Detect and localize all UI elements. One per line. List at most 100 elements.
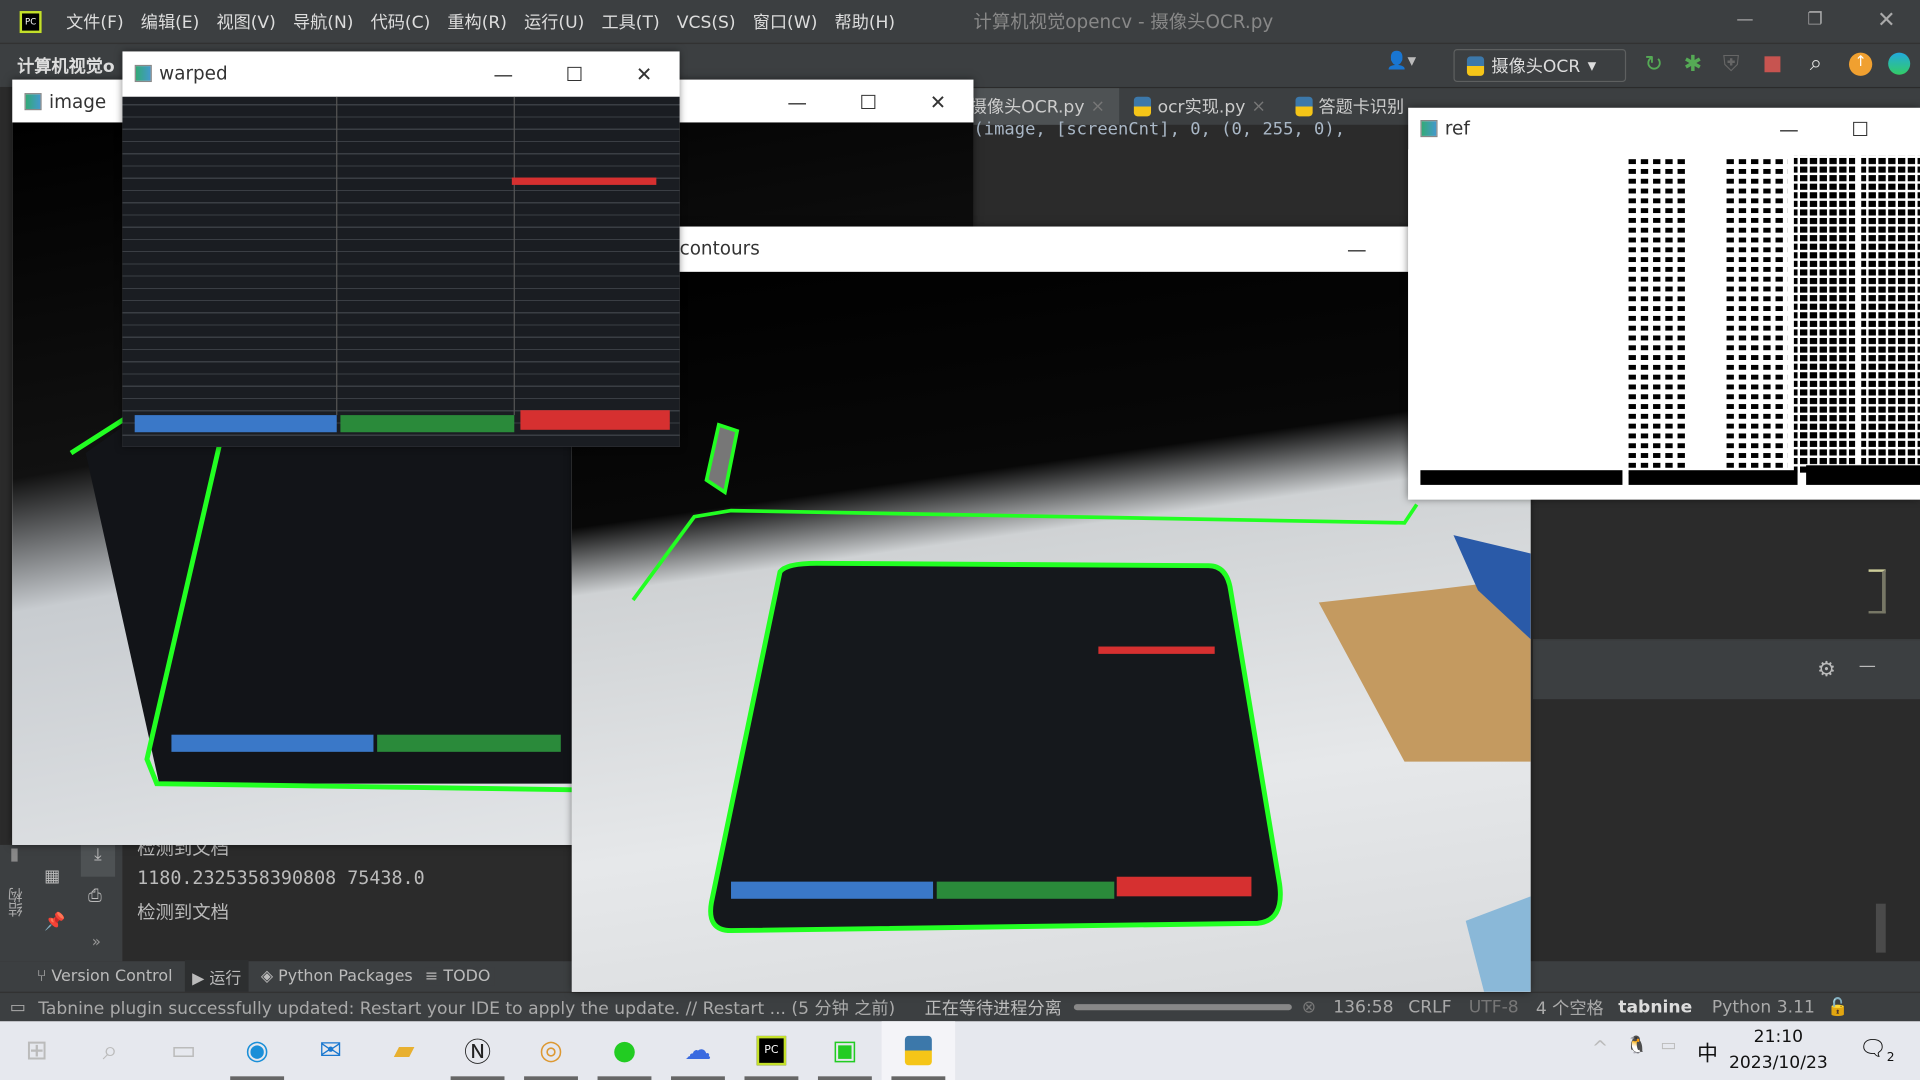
status-toggle-icon[interactable]: ▭ (10, 997, 26, 1017)
warped-window[interactable]: warped — ☐ ✕ (122, 51, 680, 447)
rerun-icon[interactable]: ↻ (1644, 51, 1662, 77)
lock-icon[interactable]: 🔓 (1827, 997, 1848, 1017)
close-button[interactable]: ✕ (1877, 7, 1895, 33)
restore-button[interactable]: ❐ (1807, 10, 1822, 30)
more-icon[interactable]: » (92, 933, 101, 950)
ref-window[interactable]: ref — ☐ (1408, 107, 1920, 500)
cloud-icon[interactable]: ☁ (661, 1021, 734, 1080)
tabnine-status[interactable]: tabnine (1618, 997, 1692, 1017)
menu-tools[interactable]: 工具(T) (601, 13, 659, 33)
menu-file[interactable]: 文件(F) (66, 13, 124, 33)
mail-icon[interactable]: ✉ (294, 1021, 367, 1080)
minimize-button[interactable]: — (1753, 108, 1824, 150)
status-message[interactable]: Tabnine plugin successfully updated: Res… (38, 995, 895, 1019)
menu-vcs[interactable]: VCS(S) (677, 13, 736, 33)
settings-icon[interactable]: ⚙ (1817, 658, 1836, 682)
search-icon[interactable]: ⌕ (1810, 50, 1822, 76)
menu-view[interactable]: 视图(V) (216, 13, 275, 33)
blue-band (171, 734, 374, 752)
scroll-to-end-icon[interactable]: ⤓ (80, 844, 116, 877)
blue-band (731, 881, 934, 899)
project-label[interactable]: 计算机视觉o (17, 54, 115, 78)
cancel-process-icon[interactable]: ⊗ (1302, 997, 1316, 1017)
caret-position[interactable]: 136:58 (1333, 997, 1393, 1017)
python-icon[interactable] (881, 1021, 956, 1080)
hide-icon[interactable]: — (1859, 656, 1876, 676)
bookmark-icon[interactable]: ▮ (10, 845, 19, 865)
close-tab-icon[interactable]: × (1091, 97, 1105, 117)
menu-run[interactable]: 运行(U) (524, 13, 584, 33)
plugin-icon[interactable] (1888, 52, 1911, 75)
time: 21:10 (1753, 1027, 1804, 1047)
stop-icon[interactable] (1764, 56, 1781, 73)
tab-label: 答题卡识别 (1318, 97, 1405, 118)
user-icon[interactable]: 👤▾ (1386, 51, 1416, 71)
tool-version-control[interactable]: ⑂ Version Control (37, 967, 173, 985)
tool-python-packages[interactable]: ◈ Python Packages (261, 967, 413, 985)
pin-icon[interactable]: 📌 (44, 912, 65, 932)
minimize-button[interactable]: — (762, 80, 833, 124)
qq-icon[interactable]: 🐧 (1626, 1036, 1647, 1056)
scroll-marker (1868, 569, 1886, 614)
debug-icon[interactable]: ✱ (1684, 51, 1702, 77)
line-separator[interactable]: CRLF (1408, 997, 1451, 1017)
run-config-label: 摄像头OCR (1491, 56, 1581, 77)
task-view-icon[interactable]: ▭ (147, 1021, 220, 1080)
run-console[interactable]: 检测到文档 1180.2325358390808 75438.0 检测到文档 (122, 838, 576, 962)
structure-label[interactable]: 结构 (5, 888, 26, 917)
maximize-button[interactable]: ☐ (539, 51, 610, 95)
window-title-bar[interactable]: contours — (572, 227, 1531, 271)
scrollbar[interactable] (1875, 903, 1886, 953)
indent[interactable]: 4 个空格 (1536, 995, 1604, 1019)
warped-canvas (122, 96, 680, 447)
pycharm-icon[interactable]: PC (735, 1021, 808, 1080)
minimize-button[interactable]: — (1736, 10, 1753, 30)
tray-chevron-icon[interactable]: ^ (1592, 1036, 1608, 1059)
ime-indicator[interactable]: 中 (1697, 1036, 1718, 1066)
notification-icon[interactable]: 🗨2 (1859, 1036, 1895, 1065)
window-title-bar[interactable]: warped — ☐ ✕ (122, 51, 679, 95)
pycharm-logo-icon: PC (19, 10, 42, 33)
tool-todo[interactable]: ≡ TODO (424, 967, 496, 986)
minimize-button[interactable]: — (1321, 227, 1392, 271)
window-icon (134, 64, 152, 83)
menu-code[interactable]: 代码(C) (371, 13, 431, 33)
menu-navigate[interactable]: 导航(N) (293, 13, 353, 33)
close-button[interactable]: ✕ (609, 51, 680, 95)
edge-icon[interactable]: ◉ (220, 1021, 293, 1080)
search-icon[interactable]: ⌕ (73, 1021, 146, 1080)
clock[interactable]: 21:10 2023/10/23 (1729, 1025, 1828, 1076)
close-tab-icon[interactable]: × (1251, 97, 1265, 117)
close-button[interactable]: ✕ (902, 80, 973, 124)
run-config-select[interactable]: 摄像头OCR ▾ (1453, 48, 1627, 83)
menu-window[interactable]: 窗口(W) (753, 13, 818, 33)
wechat-icon[interactable]: ● (588, 1021, 661, 1080)
tool-run[interactable]: ▶ 运行 (184, 960, 249, 994)
menu-refactor[interactable]: 重构(R) (447, 13, 507, 33)
battery-icon[interactable]: ▭ (1660, 1036, 1676, 1056)
coverage-icon[interactable]: ⛨ (1723, 51, 1740, 77)
green-band (340, 415, 515, 433)
maximize-button[interactable]: ☐ (1824, 108, 1895, 150)
update-icon[interactable]: ↑ (1848, 52, 1873, 76)
print-icon[interactable]: ⎙ (88, 887, 102, 907)
blue-band (134, 415, 337, 433)
encoding[interactable]: UTF-8 (1469, 997, 1519, 1017)
interpreter[interactable]: Python 3.11 (1712, 997, 1815, 1017)
screen-icon[interactable]: ▣ (808, 1021, 881, 1080)
threshold-image (1420, 155, 1920, 485)
chrome-icon[interactable]: ◎ (514, 1021, 587, 1080)
document-contour (708, 560, 1283, 934)
red-band (520, 410, 670, 430)
menu-help[interactable]: 帮助(H) (835, 13, 896, 33)
minimize-button[interactable]: — (468, 51, 539, 95)
notion-icon[interactable]: Ⓝ (441, 1021, 514, 1080)
maximize-button[interactable]: ☐ (833, 80, 904, 124)
contours-window[interactable]: contours — (571, 226, 1531, 992)
explorer-icon[interactable]: ▰ (367, 1021, 440, 1080)
menu-edit[interactable]: 编辑(E) (141, 13, 200, 33)
start-icon[interactable]: ⊞ (0, 1021, 73, 1080)
window-title-bar[interactable]: ref — ☐ (1408, 108, 1920, 150)
layout-icon[interactable]: ▦ (44, 867, 60, 887)
window-icon (24, 93, 42, 111)
